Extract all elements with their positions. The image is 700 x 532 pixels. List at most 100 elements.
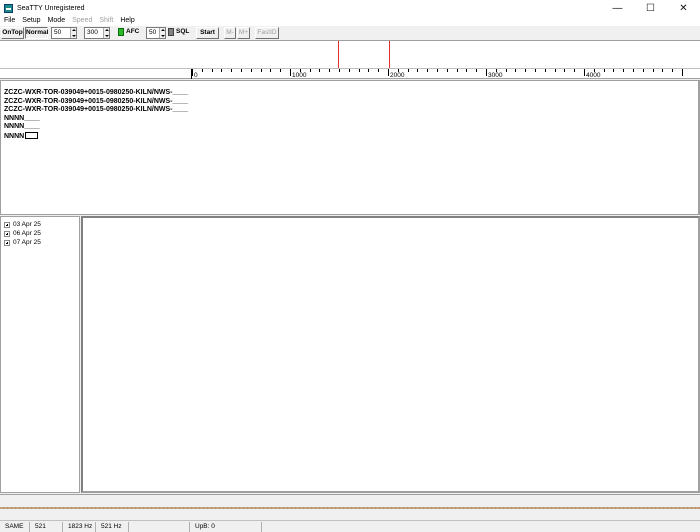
scale-tick [417, 69, 419, 72]
menu-speed[interactable]: Speed [68, 16, 95, 26]
status-empty [129, 522, 190, 532]
app-icon [4, 3, 13, 13]
noise-trace [0, 507, 700, 509]
scale-tick [456, 69, 458, 72]
toolbar: OnTop Normal 50 300 AFC 50 SQL Start M- … [0, 26, 700, 40]
scale-tick [466, 69, 468, 72]
terminal-line: NNNN____ [4, 123, 40, 131]
shift-spinner[interactable]: 300 [84, 27, 110, 39]
message-detail-pane[interactable] [81, 216, 700, 493]
scale-tick [476, 69, 478, 72]
scale-tick [221, 69, 223, 72]
scale-tick [348, 69, 350, 72]
scale-tick [309, 69, 311, 72]
terminal-line: ZCZC-WXR-TOR-039049+0015-0980250-KILN/NW… [4, 89, 189, 96]
memory-plus-button[interactable]: M+ [237, 27, 250, 39]
spinner-arrows-icon[interactable] [103, 28, 109, 38]
maximize-button[interactable]: ☐ [634, 0, 667, 16]
tree-item-label: 03 Apr 25 [13, 221, 41, 228]
scale-tick [682, 69, 683, 76]
sql-label[interactable]: SQL [176, 27, 189, 39]
spinner-arrows-icon[interactable] [159, 28, 165, 38]
scale-tick [358, 69, 360, 72]
status-baud: 521 Baud [30, 522, 63, 532]
status-upb: UpB: 0 [190, 522, 262, 532]
frequency-scale[interactable]: 0 1000 2000 3000 4000 [0, 68, 700, 79]
scale-tick [603, 69, 605, 72]
tree-item-date[interactable]: 03 Apr 25 [4, 220, 41, 229]
expand-plus-icon[interactable] [4, 230, 10, 237]
scale-tick [427, 69, 429, 72]
speed-spinner[interactable]: 50 [51, 27, 77, 39]
scale-label: 4000 [586, 72, 601, 79]
scale-tick [241, 69, 242, 72]
tuning-marker[interactable] [338, 41, 339, 68]
title-bar: SeaTTY Unregistered — ☐ ✕ [0, 0, 700, 16]
afc-led-icon [118, 28, 124, 36]
memory-minus-button[interactable]: M- [224, 27, 236, 39]
expand-plus-icon[interactable] [4, 221, 10, 228]
scale-tick [515, 69, 517, 72]
window-controls: — ☐ ✕ [601, 0, 700, 16]
scale-tick [613, 69, 615, 72]
terminal-line-text: NNNN [4, 132, 25, 140]
menu-mode[interactable]: Mode [44, 16, 69, 26]
terminal-text: ZCZC-WXR-TOR-039049+0015-0980250-KILN/NW… [4, 89, 188, 142]
scale-tick [564, 69, 566, 72]
scale-label: 3000 [488, 72, 503, 79]
tree-item-date[interactable]: 06 Apr 25 [4, 229, 41, 238]
scale-tick [378, 69, 380, 72]
spectrum-display[interactable] [0, 40, 700, 68]
message-date-tree[interactable]: 03 Apr 25 06 Apr 25 07 Apr 25 [0, 216, 80, 493]
shift-spinner-value: 300 [87, 29, 98, 36]
scale-tick [329, 69, 331, 72]
scale-tick [437, 69, 438, 72]
tree-item-date[interactable]: 07 Apr 25 [4, 238, 41, 247]
terminal-line-last: NNNN [4, 131, 188, 142]
ontop-button[interactable]: OnTop [1, 27, 24, 39]
status-frequency-1: 1823 Hz [63, 522, 96, 532]
waterfall-display[interactable] [0, 494, 700, 519]
scale-tick [554, 69, 556, 72]
menu-setup[interactable]: Setup [18, 16, 43, 26]
scale-ruler: 0 1000 2000 3000 4000 [191, 69, 700, 79]
scale-tick [368, 69, 370, 72]
terminal-line: ZCZC-WXR-TOR-039049+0015-0980250-KILN/NW… [4, 97, 189, 105]
status-frequency-2: 521 Hz [96, 522, 129, 532]
scale-tick [633, 69, 634, 72]
window-title: SeaTTY Unregistered [17, 4, 85, 12]
menu-file[interactable]: File [0, 16, 18, 26]
squelch-spinner[interactable]: 50 [146, 27, 166, 39]
menu-shift[interactable]: Shift [95, 16, 116, 26]
menu-bar: File Setup Mode Speed Shift Help [0, 16, 700, 26]
scale-tick [525, 69, 527, 72]
scale-tick [280, 69, 282, 72]
fastid-button[interactable]: FastID [255, 27, 279, 39]
tree-item-label: 06 Apr 25 [13, 230, 41, 237]
terminal-line: NNNN____ [4, 114, 40, 122]
scale-tick [544, 69, 546, 72]
minimize-button[interactable]: — [601, 0, 634, 16]
close-button[interactable]: ✕ [667, 0, 700, 16]
expand-plus-icon[interactable] [4, 239, 10, 246]
menu-help[interactable]: Help [116, 16, 137, 26]
spinner-arrows-icon[interactable] [70, 28, 76, 38]
squelch-spinner-value: 50 [149, 29, 157, 36]
scale-tick [535, 69, 536, 72]
tree-item-label: 07 Apr 25 [13, 239, 41, 246]
scale-tick [505, 69, 507, 72]
scale-tick [446, 69, 448, 72]
receive-terminal[interactable]: ZCZC-WXR-TOR-039049+0015-0980250-KILN/NW… [0, 80, 700, 215]
terminal-line: ZCZC-WXR-TOR-039049+0015-0980250-KILN/NW… [4, 106, 189, 114]
afc-label[interactable]: AFC [126, 27, 139, 39]
scale-tick [339, 69, 340, 72]
scale-tick [623, 69, 625, 72]
scale-tick [201, 69, 203, 72]
start-button[interactable]: Start [196, 27, 219, 39]
text-cursor [25, 131, 39, 139]
normal-button[interactable]: Normal [25, 27, 48, 39]
status-mode: SAME [0, 522, 30, 532]
tuning-marker[interactable] [388, 41, 390, 68]
scale-tick [642, 69, 644, 72]
scale-tick [250, 69, 252, 72]
